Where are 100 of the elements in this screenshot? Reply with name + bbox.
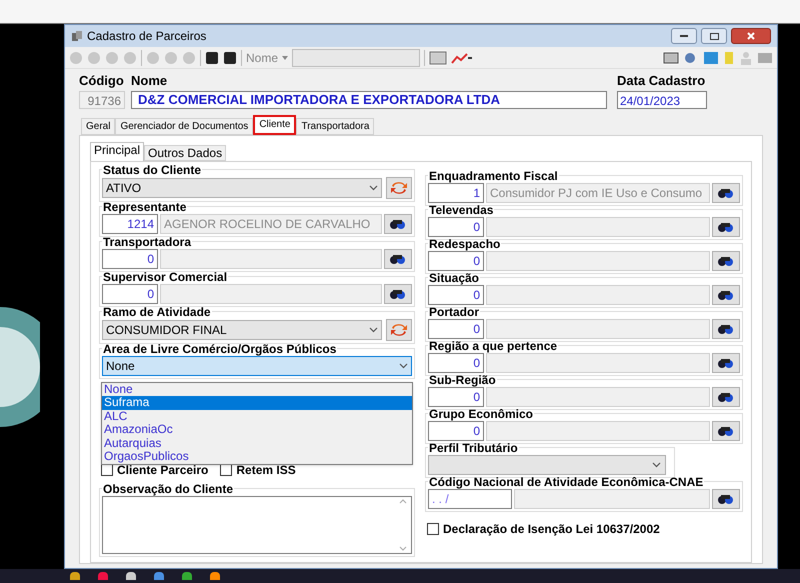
refresh-icon bbox=[390, 322, 408, 338]
binoculars-icon bbox=[717, 390, 735, 402]
binoculars-icon bbox=[717, 254, 735, 266]
chevron-down-icon bbox=[369, 326, 378, 332]
group-label: Area de Livre Comércio/Orgãos Públicos bbox=[102, 342, 338, 356]
data-cadastro-field[interactable]: 24/01/2023 bbox=[617, 90, 707, 108]
tab[interactable]: Transportadora bbox=[296, 118, 374, 134]
search-button[interactable] bbox=[712, 250, 740, 270]
chevron-down-icon bbox=[369, 184, 378, 190]
nome-field[interactable]: D&Z COMERCIAL IMPORTADORA E EXPORTADORA LTDA bbox=[131, 90, 607, 108]
chevron-down-icon bbox=[399, 362, 408, 368]
group-label: Observação do Cliente bbox=[102, 482, 234, 496]
maximize-button[interactable] bbox=[701, 28, 727, 44]
group-label: Redespacho bbox=[428, 236, 502, 250]
code-field[interactable]: 0 bbox=[428, 352, 484, 372]
code-field[interactable]: 0 bbox=[428, 250, 484, 270]
nome-label: Nome bbox=[131, 72, 168, 90]
dropdown-option[interactable]: AmazoniaOc bbox=[102, 423, 412, 436]
chevron-down-icon bbox=[652, 462, 661, 468]
refresh-button[interactable] bbox=[386, 176, 412, 198]
close-button[interactable] bbox=[731, 28, 771, 44]
window-icon[interactable] bbox=[663, 50, 679, 64]
tab[interactable]: Gerenciador de Documentos bbox=[115, 118, 254, 134]
refresh-button[interactable] bbox=[386, 318, 412, 340]
group-label: Status do Cliente bbox=[102, 162, 202, 176]
binoculars-icon bbox=[717, 322, 735, 334]
taskbar-icon[interactable] bbox=[154, 572, 164, 580]
code-field[interactable]: 0 bbox=[102, 284, 158, 304]
checkbox[interactable] bbox=[427, 522, 439, 534]
minimize-button[interactable] bbox=[671, 28, 697, 44]
tab[interactable]: Geral bbox=[81, 118, 116, 134]
binoculars-icon bbox=[717, 288, 735, 300]
chart-icon[interactable] bbox=[451, 50, 474, 64]
search-button[interactable] bbox=[712, 352, 740, 372]
dropdown-option[interactable]: Suframa bbox=[102, 396, 412, 410]
group-label: Representante bbox=[102, 200, 188, 214]
group-label: Enquadramento Fiscal bbox=[428, 168, 559, 182]
checkbox-label: Declaração de Isenção Lei 10637/2002 bbox=[443, 520, 660, 538]
grid-icon[interactable] bbox=[429, 50, 448, 64]
dropdown-option[interactable]: Autarquias bbox=[102, 436, 412, 450]
app-icon bbox=[71, 30, 83, 42]
code-field[interactable]: 0 bbox=[428, 284, 484, 304]
dropdown[interactable]: ATIVO bbox=[102, 178, 382, 198]
search-button[interactable] bbox=[384, 248, 412, 268]
binoculars-icon bbox=[717, 356, 735, 368]
group-label: Grupo Econômico bbox=[428, 406, 534, 420]
checkbox-label: Retem ISS bbox=[236, 462, 296, 478]
maximize-icon bbox=[710, 32, 718, 40]
code-field[interactable]: 1 bbox=[428, 182, 484, 202]
group-label: Região a que pertence bbox=[428, 338, 558, 352]
binoculars-icon bbox=[717, 492, 735, 504]
window-title: Cadastro de Parceiros bbox=[87, 28, 208, 45]
sync-icon[interactable] bbox=[703, 50, 719, 64]
description-field: AGENOR ROCELINO DE CARVALHO bbox=[160, 214, 382, 234]
group-label: Portador bbox=[428, 304, 480, 318]
search-button[interactable] bbox=[384, 284, 412, 304]
binoculars-icon bbox=[389, 288, 407, 300]
dropdown-option[interactable]: ALC bbox=[102, 410, 412, 423]
code-field[interactable]: 0 bbox=[428, 216, 484, 236]
dropdown[interactable]: CONSUMIDOR FINAL bbox=[102, 320, 382, 340]
tab[interactable]: Outros Dados bbox=[144, 144, 226, 160]
binoculars-icon bbox=[717, 220, 735, 232]
description-field: Consumidor PJ com IE Uso e Consumo bbox=[486, 182, 710, 202]
dropdown-option[interactable]: OrgaosPublicos bbox=[102, 450, 412, 464]
code-field[interactable]: 0 bbox=[102, 248, 158, 268]
search-button[interactable] bbox=[712, 420, 740, 440]
search-field[interactable] bbox=[292, 48, 420, 66]
code-field[interactable]: . . / bbox=[428, 488, 512, 508]
binoculars-icon bbox=[717, 424, 735, 436]
search-button[interactable] bbox=[712, 284, 740, 304]
code-field[interactable]: 0 bbox=[428, 420, 484, 440]
code-field[interactable]: 1214 bbox=[102, 214, 158, 234]
taskbar-icon[interactable] bbox=[70, 572, 80, 580]
caret-icon[interactable] bbox=[282, 56, 288, 60]
dropdown-option[interactable]: None bbox=[102, 382, 412, 396]
minimize-icon bbox=[680, 34, 688, 38]
refresh-icon bbox=[390, 180, 408, 196]
close-icon bbox=[747, 32, 755, 40]
search-button[interactable] bbox=[712, 488, 740, 508]
tab[interactable]: Principal bbox=[90, 142, 144, 160]
code-field[interactable]: 0 bbox=[428, 386, 484, 406]
group-label: Televendas bbox=[428, 202, 494, 216]
taskbar-icon[interactable] bbox=[126, 572, 136, 580]
codigo-label: Código bbox=[79, 72, 125, 90]
data-cadastro-label: Data Cadastro bbox=[617, 72, 706, 90]
search-button[interactable] bbox=[712, 182, 740, 202]
search-button[interactable] bbox=[712, 386, 740, 406]
group-label: Transportadora bbox=[102, 234, 192, 248]
taskbar-icon[interactable] bbox=[182, 572, 192, 580]
search-button[interactable] bbox=[712, 216, 740, 236]
tab[interactable]: Cliente bbox=[253, 114, 296, 134]
group-label: Situação bbox=[428, 270, 480, 284]
group-label: Código Nacional de Atividade Econômica-CNAE bbox=[428, 474, 704, 488]
observacao-field[interactable] bbox=[102, 496, 412, 554]
binoculars-icon bbox=[389, 218, 407, 230]
search-button[interactable] bbox=[712, 318, 740, 338]
taskbar-icon[interactable] bbox=[210, 572, 220, 580]
code-field[interactable]: 0 bbox=[428, 318, 484, 338]
search-button[interactable] bbox=[384, 214, 412, 234]
dropdown[interactable]: None bbox=[102, 356, 412, 376]
